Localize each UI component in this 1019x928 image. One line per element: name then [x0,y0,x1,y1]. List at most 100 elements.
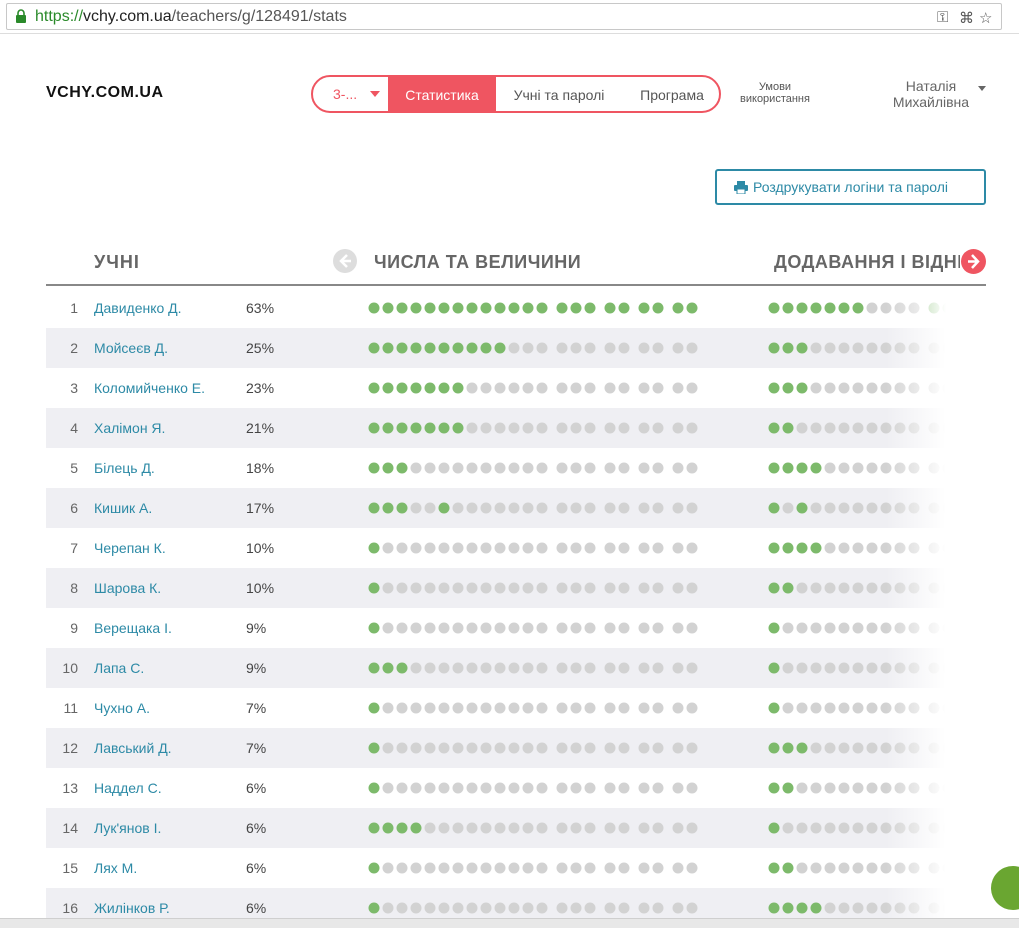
progress-dot-todo[interactable] [438,782,450,794]
terms-link[interactable]: Умови використання [735,81,815,105]
progress-dot-done[interactable] [672,302,684,314]
progress-dot-done[interactable] [438,502,450,514]
progress-dot-todo[interactable] [522,782,534,794]
progress-dot-todo[interactable] [382,862,394,874]
progress-dot-done[interactable] [810,902,822,914]
progress-dot-todo[interactable] [466,782,478,794]
progress-dot-todo[interactable] [438,582,450,594]
progress-dot-todo[interactable] [410,622,422,634]
progress-dot-todo[interactable] [782,662,794,674]
progress-dot-done[interactable] [796,502,808,514]
progress-dot-todo[interactable] [410,542,422,554]
progress-dot-todo[interactable] [866,662,878,674]
progress-dot-todo[interactable] [480,502,492,514]
progress-dot-todo[interactable] [838,902,850,914]
progress-dot-done[interactable] [686,302,698,314]
progress-dot-done[interactable] [382,822,394,834]
progress-dot-todo[interactable] [852,502,864,514]
progress-dot-todo[interactable] [604,862,616,874]
progress-dot-todo[interactable] [852,662,864,674]
progress-dot-done[interactable] [584,302,596,314]
progress-dot-done[interactable] [410,822,422,834]
progress-dot-done[interactable] [396,422,408,434]
progress-dot-todo[interactable] [556,622,568,634]
progress-dot-todo[interactable] [452,582,464,594]
progress-dot-todo[interactable] [570,742,582,754]
progress-dot-todo[interactable] [522,702,534,714]
progress-dot-todo[interactable] [838,862,850,874]
progress-dot-todo[interactable] [852,742,864,754]
progress-dot-todo[interactable] [480,462,492,474]
progress-dot-todo[interactable] [556,662,568,674]
progress-dot-todo[interactable] [438,702,450,714]
progress-dot-done[interactable] [768,782,780,794]
progress-dot-todo[interactable] [652,742,664,754]
progress-dot-todo[interactable] [584,622,596,634]
progress-dot-todo[interactable] [570,462,582,474]
progress-dot-todo[interactable] [672,342,684,354]
progress-dot-todo[interactable] [570,422,582,434]
progress-dot-todo[interactable] [584,342,596,354]
progress-dot-done[interactable] [810,302,822,314]
progress-dot-todo[interactable] [424,582,436,594]
progress-dot-todo[interactable] [866,622,878,634]
progress-dot-todo[interactable] [466,582,478,594]
student-name-link[interactable]: Лук'янов І. [94,820,161,836]
progress-dot-todo[interactable] [522,382,534,394]
progress-dot-done[interactable] [782,782,794,794]
progress-dot-done[interactable] [396,342,408,354]
progress-dot-todo[interactable] [810,342,822,354]
progress-dot-todo[interactable] [494,542,506,554]
progress-dot-todo[interactable] [638,822,650,834]
progress-dot-todo[interactable] [866,582,878,594]
progress-dot-todo[interactable] [396,702,408,714]
progress-dot-done[interactable] [782,862,794,874]
progress-dot-todo[interactable] [508,702,520,714]
progress-dot-done[interactable] [410,302,422,314]
progress-dot-todo[interactable] [838,382,850,394]
progress-dot-todo[interactable] [452,622,464,634]
progress-dot-todo[interactable] [686,742,698,754]
progress-dot-done[interactable] [782,462,794,474]
progress-dot-done[interactable] [396,462,408,474]
progress-dot-todo[interactable] [796,702,808,714]
progress-dot-todo[interactable] [536,342,548,354]
progress-dot-todo[interactable] [396,902,408,914]
progress-dot-todo[interactable] [604,662,616,674]
progress-dot-todo[interactable] [838,582,850,594]
progress-dot-todo[interactable] [508,902,520,914]
progress-dot-todo[interactable] [604,702,616,714]
progress-dot-done[interactable] [768,622,780,634]
progress-dot-todo[interactable] [686,902,698,914]
progress-dot-done[interactable] [768,902,780,914]
progress-dot-todo[interactable] [672,582,684,594]
progress-dot-done[interactable] [368,902,380,914]
progress-dot-done[interactable] [522,302,534,314]
progress-dot-todo[interactable] [838,622,850,634]
student-name-link[interactable]: Лавський Д. [94,740,172,756]
progress-dot-todo[interactable] [838,742,850,754]
progress-dot-todo[interactable] [480,382,492,394]
progress-dot-todo[interactable] [810,702,822,714]
progress-dot-done[interactable] [382,302,394,314]
progress-dot-todo[interactable] [824,542,836,554]
progress-dot-todo[interactable] [824,382,836,394]
progress-dot-todo[interactable] [866,702,878,714]
progress-dot-todo[interactable] [536,742,548,754]
progress-dot-todo[interactable] [672,702,684,714]
student-name-link[interactable]: Наддел С. [94,780,162,796]
progress-dot-todo[interactable] [584,422,596,434]
progress-dot-todo[interactable] [584,542,596,554]
progress-dot-todo[interactable] [604,342,616,354]
class-select[interactable]: 3-... [313,77,388,111]
progress-dot-done[interactable] [368,782,380,794]
progress-dot-todo[interactable] [424,462,436,474]
progress-dot-todo[interactable] [618,422,630,434]
student-name-link[interactable]: Мойсеєв Д. [94,340,168,356]
progress-dot-done[interactable] [396,662,408,674]
progress-dot-todo[interactable] [652,542,664,554]
progress-dot-todo[interactable] [672,622,684,634]
progress-dot-done[interactable] [368,542,380,554]
progress-dot-todo[interactable] [466,622,478,634]
progress-dot-todo[interactable] [810,862,822,874]
